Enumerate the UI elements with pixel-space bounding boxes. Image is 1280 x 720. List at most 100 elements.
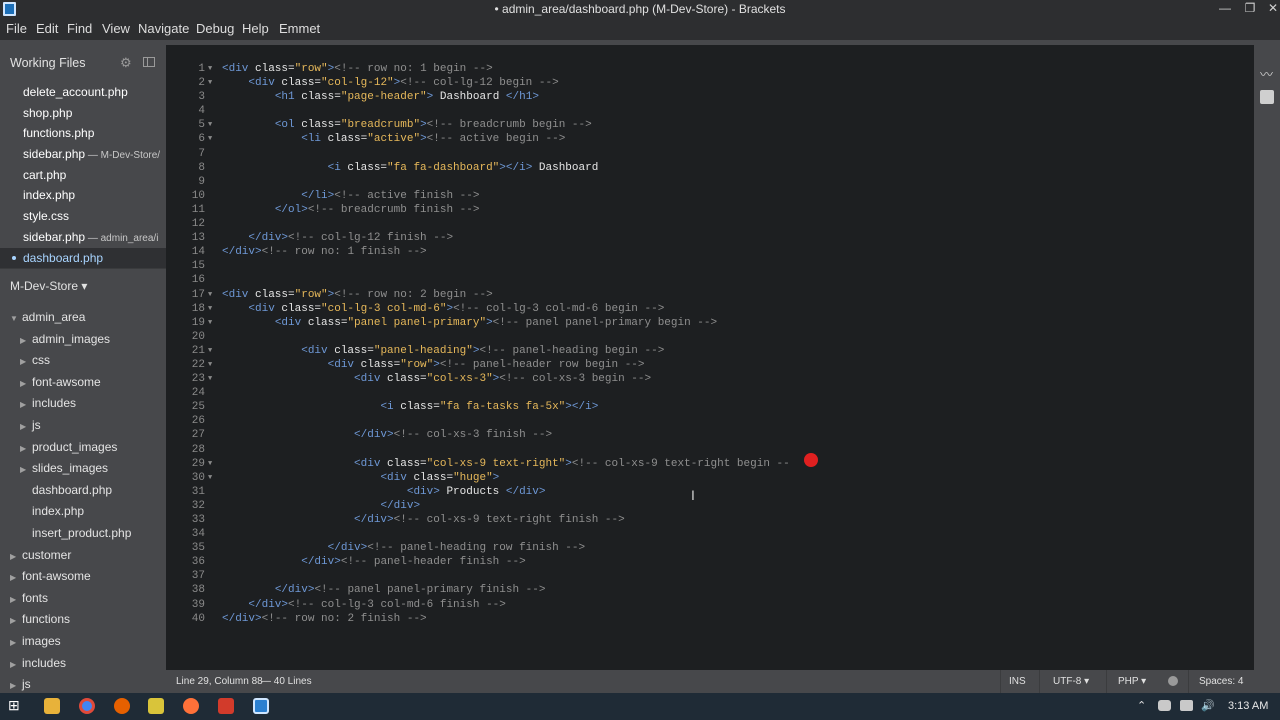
code-text[interactable]: </div><!-- col-lg-12 finish --> [222,231,453,245]
line-number[interactable]: 2 [166,76,205,90]
restore-button[interactable]: ❐ [1239,0,1261,18]
tree-folder[interactable]: ▶ css [0,350,166,372]
tree-folder[interactable]: ▶ admin_images [0,329,166,351]
tree-folder[interactable]: ▶ slides_images [0,458,166,480]
code-line[interactable]: 17 ▼ <div class="row"><!-- row no: 2 begin… [166,288,1254,302]
fold-arrow-icon[interactable]: ▼ [208,471,212,485]
indent-setting[interactable]: Spaces: 4 [1199,676,1243,687]
code-area[interactable]: 1 ▼ <div class="row"><!-- row no: 1 begin … [166,62,1254,626]
menu-view[interactable]: View [102,18,130,36]
code-text[interactable]: </ol><!-- breadcrumb finish --> [222,203,480,217]
code-text[interactable]: </div><!-- row no: 2 finish --> [222,612,427,626]
line-number[interactable]: 16 [166,273,205,287]
line-number[interactable]: 9 [166,175,205,189]
code-text[interactable]: <div class="huge"> [222,471,499,485]
line-number[interactable]: 11 [166,203,205,217]
volume-icon[interactable]: 🔊 [1201,699,1215,712]
network-icon[interactable] [1158,700,1171,711]
split-view-icon[interactable] [143,57,155,67]
fold-arrow-icon[interactable]: ▼ [208,62,212,76]
windows-start-icon[interactable]: ⊞ [8,697,24,713]
app-icon[interactable] [218,698,234,714]
code-line[interactable]: 27 </div><!-- col-xs-3 finish --> [166,428,1254,442]
code-line[interactable]: 19 ▼ <div class="panel panel-primary"><!-… [166,316,1254,330]
line-number[interactable]: 33 [166,513,205,527]
code-line[interactable]: 7 [166,147,1254,161]
lint-status-icon[interactable] [1168,676,1178,686]
code-line[interactable]: 25 <i class="fa fa-tasks fa-5x"></i> [166,400,1254,414]
line-number[interactable]: 36 [166,555,205,569]
code-text[interactable]: <div class="col-xs-3"><!-- col-xs-3 begi… [222,372,651,386]
lint-error-marker[interactable] [804,453,818,467]
line-number[interactable]: 29 [166,457,205,471]
tree-folder[interactable]: ▶ js [0,674,166,693]
code-line[interactable]: 9 [166,175,1254,189]
line-number[interactable]: 30 [166,471,205,485]
menu-debug[interactable]: Debug [196,18,234,36]
extension-manager-icon[interactable] [1260,90,1274,104]
line-number[interactable]: 34 [166,527,205,541]
code-line[interactable]: 22 ▼ <div class="row"><!-- panel-header r… [166,358,1254,372]
line-number[interactable]: 3 [166,90,205,104]
line-number[interactable]: 23 [166,372,205,386]
code-text[interactable]: <div class="row"><!-- row no: 2 begin --… [222,288,493,302]
code-text[interactable]: <li class="active"><!-- active begin --> [222,132,565,146]
line-number[interactable]: 21 [166,344,205,358]
line-number[interactable]: 12 [166,217,205,231]
working-file-item[interactable]: shop.php [0,103,166,124]
code-line[interactable]: 36 </div><!-- panel-header finish --> [166,555,1254,569]
tree-file[interactable]: insert_product.php [0,523,166,545]
line-number[interactable]: 19 [166,316,205,330]
code-line[interactable]: 4 [166,104,1254,118]
fold-arrow-icon[interactable]: ▼ [208,316,212,330]
code-text[interactable]: </div><!-- panel panel-primary finish --… [222,583,546,597]
line-number[interactable]: 31 [166,485,205,499]
line-number[interactable]: 15 [166,259,205,273]
fold-arrow-icon[interactable]: ▼ [208,288,212,302]
tree-folder[interactable]: ▶ js [0,415,166,437]
code-line[interactable]: 35 </div><!-- panel-heading row finish -… [166,541,1254,555]
code-text[interactable]: <div class="panel panel-primary"><!-- pa… [222,316,717,330]
working-file-item[interactable]: delete_account.php [0,82,166,103]
working-file-item[interactable]: sidebar.php — admin_area/i [0,227,166,248]
fold-arrow-icon[interactable]: ▼ [208,457,212,471]
menu-help[interactable]: Help [242,18,269,36]
line-number[interactable]: 37 [166,569,205,583]
code-line[interactable]: 29 ▼ <div class="col-xs-9 text-right"><!-… [166,457,1254,471]
code-line[interactable]: 14 </div><!-- row no: 1 finish --> [166,245,1254,259]
line-number[interactable]: 22 [166,358,205,372]
code-text[interactable]: </li><!-- active finish --> [222,189,479,203]
code-line[interactable]: 10 </li><!-- active finish --> [166,189,1254,203]
close-button[interactable]: ✕ [1262,0,1280,18]
tree-folder[interactable]: ▶ font-awsome [0,566,166,588]
code-line[interactable]: 26 [166,414,1254,428]
code-text[interactable]: <i class="fa fa-dashboard"></i> Dashboar… [222,161,599,175]
code-text[interactable]: <ol class="breadcrumb"><!-- breadcrumb b… [222,118,592,132]
menu-edit[interactable]: Edit [36,18,58,36]
code-text[interactable]: <div> Products </div> [222,485,546,499]
code-line[interactable]: 23 ▼ <div class="col-xs-3"><!-- col-xs-3 … [166,372,1254,386]
code-line[interactable]: 1 ▼ <div class="row"><!-- row no: 1 begin … [166,62,1254,76]
code-text[interactable]: </div><!-- panel-header finish --> [222,555,525,569]
brackets-taskbar-icon[interactable] [253,698,269,714]
code-text[interactable]: <h1 class="page-header"> Dashboard </h1> [222,90,539,104]
code-line[interactable]: 21 ▼ <div class="panel-heading"><!-- pane… [166,344,1254,358]
code-line[interactable]: 8 <i class="fa fa-dashboard"></i> Dashbo… [166,161,1254,175]
menu-find[interactable]: Find [67,18,92,36]
code-editor[interactable]: 1 ▼ <div class="row"><!-- row no: 1 begin … [166,40,1254,670]
code-text[interactable]: <div class="col-xs-9 text-right"><!-- co… [222,457,790,471]
chrome-icon[interactable] [79,698,95,714]
working-file-item[interactable]: style.css [0,206,166,227]
line-number[interactable]: 1 [166,62,205,76]
fold-arrow-icon[interactable]: ▼ [208,132,212,146]
code-line[interactable]: 5 ▼ <ol class="breadcrumb"><!-- breadcrum… [166,118,1254,132]
fold-arrow-icon[interactable]: ▼ [208,302,212,316]
line-number[interactable]: 38 [166,583,205,597]
code-line[interactable]: 11 </ol><!-- breadcrumb finish --> [166,203,1254,217]
battery-icon[interactable] [1180,700,1193,711]
code-line[interactable]: 34 [166,527,1254,541]
tray-chevron-icon[interactable]: ⌃ [1137,699,1146,712]
fold-arrow-icon[interactable]: ▼ [208,358,212,372]
code-line[interactable]: 2 ▼ <div class="col-lg-12"><!-- col-lg-12… [166,76,1254,90]
line-number[interactable]: 13 [166,231,205,245]
